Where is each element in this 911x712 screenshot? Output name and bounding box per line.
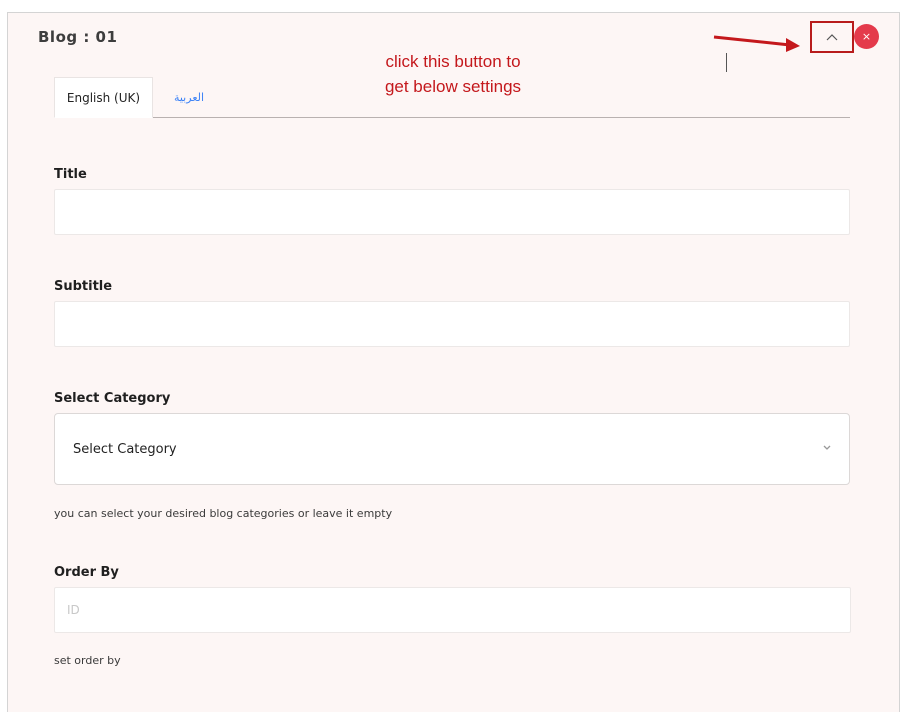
- order-by-help-text: set order by: [54, 654, 121, 667]
- category-label: Select Category: [54, 391, 171, 406]
- blog-settings-panel: Blog : 01 × click this button to get bel…: [7, 12, 900, 712]
- text-cursor: [726, 53, 727, 72]
- annotation-line-1: click this button to: [385, 52, 521, 71]
- tab-english[interactable]: English (UK): [54, 77, 153, 118]
- panel-title: Blog : 01: [38, 28, 118, 46]
- annotation-arrow-icon: [713, 35, 800, 52]
- collapse-button[interactable]: [810, 21, 854, 53]
- close-icon: ×: [861, 30, 872, 43]
- chevron-down-icon: [823, 444, 831, 454]
- title-label: Title: [54, 167, 87, 182]
- title-input[interactable]: [54, 189, 850, 235]
- order-by-input[interactable]: [54, 587, 851, 633]
- category-select[interactable]: Select Category: [54, 413, 850, 485]
- close-button[interactable]: ×: [854, 24, 879, 49]
- tab-arabic[interactable]: العربية: [164, 77, 214, 118]
- category-selected-value: Select Category: [73, 441, 177, 457]
- category-help-text: you can select your desired blog categor…: [54, 507, 393, 520]
- chevron-up-icon: [826, 34, 838, 41]
- language-tabs: English (UK) العربية: [54, 77, 850, 118]
- order-by-label: Order By: [54, 565, 119, 580]
- subtitle-input[interactable]: [54, 301, 850, 347]
- subtitle-label: Subtitle: [54, 279, 113, 294]
